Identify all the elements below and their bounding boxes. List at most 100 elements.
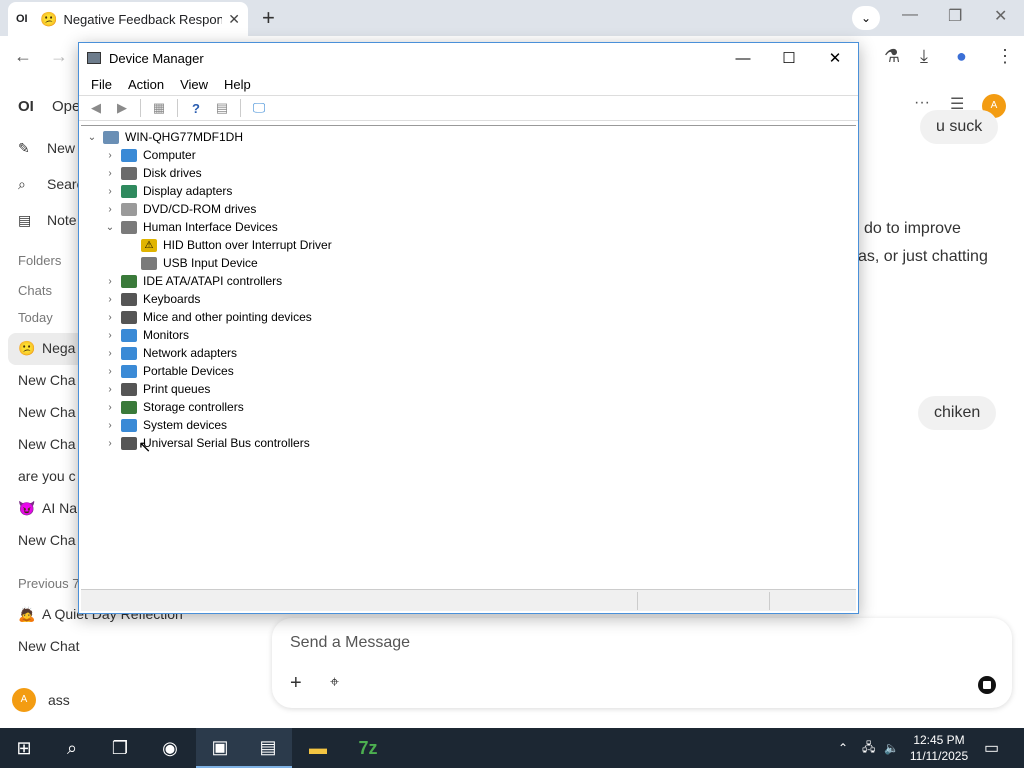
message-input[interactable]: Send a Message [290, 634, 410, 652]
expand-chevron-icon[interactable]: › [103, 168, 117, 179]
expand-chevron-icon[interactable]: › [103, 312, 117, 323]
taskbar-clock[interactable]: 12:45 PM 11/11/2025 [904, 732, 974, 764]
file-explorer-icon[interactable]: ▬ [294, 728, 342, 768]
browser-minimize-button[interactable]: — [902, 6, 918, 24]
menu-view[interactable]: View [172, 77, 216, 92]
device-category[interactable]: › Storage controllers [103, 398, 243, 416]
notes-icon[interactable]: ▤ [18, 212, 31, 229]
chat-item[interactable]: are you c [18, 468, 76, 484]
expand-chevron-icon[interactable]: › [103, 330, 117, 341]
chat-item[interactable]: New Cha [18, 404, 76, 420]
volume-icon[interactable]: 🔈 [884, 728, 899, 768]
expand-chevron-icon[interactable]: › [103, 438, 117, 449]
notes-button[interactable]: Note [47, 212, 77, 228]
add-attachment-icon[interactable]: + [290, 672, 302, 695]
expand-chevron-icon[interactable]: › [103, 366, 117, 377]
user-name[interactable]: ass [48, 692, 70, 708]
device-category[interactable]: › IDE ATA/ATAPI controllers [103, 272, 282, 290]
view-icon[interactable]: ▤ [211, 98, 233, 118]
menu-help[interactable]: Help [216, 77, 259, 92]
device-category[interactable]: › Monitors [103, 326, 189, 344]
network-icon[interactable]: 🖧 [862, 728, 875, 768]
device-item[interactable]: USB Input Device [123, 254, 258, 272]
tab-close-icon[interactable]: ✕ [228, 11, 240, 28]
tab-search-button[interactable]: ⌄ [852, 6, 880, 30]
search-icon[interactable]: ⌕ [18, 176, 26, 193]
tree-root[interactable]: ⌄ WIN-QHG77MDF1DH [85, 128, 243, 146]
new-tab-button[interactable]: + [262, 5, 275, 31]
expand-chevron-icon[interactable]: › [103, 150, 117, 161]
device-category[interactable]: › Portable Devices [103, 362, 233, 380]
dm-maximize-button[interactable]: ☐ [766, 49, 812, 67]
menu-action[interactable]: Action [120, 77, 172, 92]
device-category[interactable]: › Display adapters [103, 182, 232, 200]
scan-hardware-icon[interactable]: 🖵 [248, 98, 270, 118]
profile-icon[interactable]: ● [956, 46, 967, 67]
device-category[interactable]: › System devices [103, 416, 227, 434]
user-avatar[interactable]: A [12, 688, 36, 712]
chat-item[interactable]: New Chat [18, 638, 79, 654]
start-button[interactable]: ⊞ [0, 728, 48, 768]
expand-chevron-icon[interactable]: › [103, 402, 117, 413]
new-chat-icon[interactable]: ✎ [18, 140, 30, 157]
integrations-icon[interactable]: ⌖ [330, 674, 339, 692]
show-hidden-icons[interactable]: ⌃ [838, 728, 848, 768]
status-divider [637, 592, 638, 610]
properties-icon[interactable]: ▦ [148, 98, 170, 118]
collapse-chevron-icon[interactable]: ⌄ [103, 222, 117, 233]
chat-item[interactable]: New Cha [18, 436, 76, 452]
expand-chevron-icon[interactable]: › [103, 294, 117, 305]
message-input-box[interactable]: Send a Message + ⌖ [272, 618, 1012, 708]
expand-chevron-icon[interactable]: › [103, 204, 117, 215]
chat-item[interactable]: New Cha [18, 532, 76, 548]
device-icon [121, 382, 137, 396]
more-options-icon[interactable]: ··· [914, 94, 930, 112]
task-view-icon[interactable]: ❐ [96, 728, 144, 768]
forward-arrow-icon[interactable]: ▶ [111, 98, 133, 118]
device-category[interactable]: › Disk drives [103, 164, 201, 182]
chat-item[interactable]: AI Na [42, 500, 77, 516]
expand-chevron-icon[interactable]: › [103, 348, 117, 359]
device-manager-taskbar-icon[interactable]: ▤ [244, 728, 292, 768]
device-category[interactable]: › Universal Serial Bus controllers [103, 434, 309, 452]
device-category[interactable]: › Mice and other pointing devices [103, 308, 311, 326]
forward-button[interactable]: → [50, 46, 68, 67]
section-chats[interactable]: Chats [18, 283, 52, 298]
device-item[interactable]: ⚠ HID Button over Interrupt Driver [123, 236, 332, 254]
help-icon[interactable]: ? [185, 98, 207, 118]
device-category[interactable]: › Network adapters [103, 344, 237, 362]
notepad-icon[interactable]: ▣ [196, 728, 244, 768]
device-category[interactable]: › Computer [103, 146, 195, 164]
device-category[interactable]: › DVD/CD-ROM drives [103, 200, 256, 218]
device-category[interactable]: › Print queues [103, 380, 210, 398]
labs-icon[interactable]: ⚗ [884, 46, 900, 67]
dm-statusbar [81, 589, 856, 611]
device-category[interactable]: › Keyboards [103, 290, 200, 308]
new-chat-button[interactable]: New [47, 140, 75, 156]
device-category[interactable]: ⌄ Human Interface Devices [103, 218, 278, 236]
sevenzip-icon[interactable]: 7z [344, 728, 392, 768]
collapse-chevron-icon[interactable]: ⌄ [85, 132, 99, 143]
download-icon[interactable]: ⤓ [920, 46, 928, 67]
browser-close-button[interactable]: ✕ [994, 6, 1007, 26]
chat-item[interactable]: Nega [42, 340, 75, 356]
chrome-icon[interactable]: ◉ [146, 728, 194, 768]
menu-file[interactable]: File [83, 77, 120, 92]
expand-chevron-icon[interactable]: › [103, 186, 117, 197]
browser-restore-button[interactable]: ❐ [948, 6, 962, 26]
dm-minimize-button[interactable]: — [720, 50, 766, 67]
taskbar-search-icon[interactable]: ⌕ [48, 728, 96, 768]
expand-chevron-icon[interactable]: › [103, 276, 117, 287]
dm-titlebar[interactable]: Device Manager — ☐ ✕ [79, 43, 858, 73]
back-arrow-icon[interactable]: ◀ [85, 98, 107, 118]
expand-chevron-icon[interactable]: › [103, 420, 117, 431]
browser-tab[interactable]: OI 😕 Negative Feedback Respon ✕ [8, 2, 248, 36]
back-button[interactable]: ← [14, 46, 32, 67]
notifications-icon[interactable]: ▭ [984, 728, 999, 768]
dm-close-button[interactable]: ✕ [812, 49, 858, 67]
chat-item[interactable]: New Cha [18, 372, 76, 388]
expand-chevron-icon[interactable]: › [103, 384, 117, 395]
stop-generation-button[interactable] [978, 676, 996, 694]
browser-menu-icon[interactable]: ⋮ [996, 46, 1014, 67]
section-folders[interactable]: Folders [18, 253, 61, 268]
